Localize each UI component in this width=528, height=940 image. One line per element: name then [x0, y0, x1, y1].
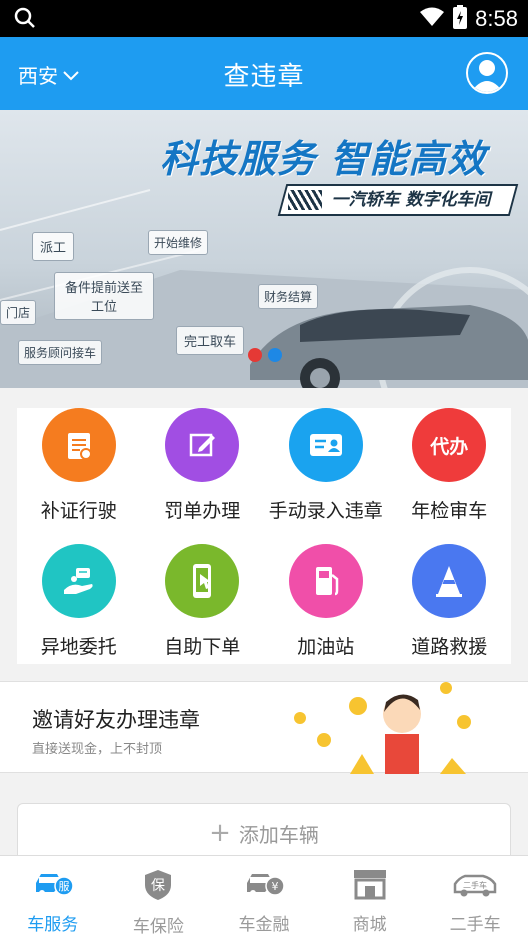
tab-store[interactable]: 商城	[317, 856, 423, 940]
service-gas-station[interactable]: 加油站	[264, 536, 388, 664]
banner-chip: 备件提前送至工位	[54, 272, 154, 320]
user-avatar-icon[interactable]	[466, 52, 508, 94]
banner-pager[interactable]	[248, 348, 282, 362]
banner-stripes	[288, 190, 322, 210]
pager-dot[interactable]	[268, 348, 282, 362]
service-fine-handling[interactable]: 罚单办理	[141, 408, 265, 536]
tab-label: 车金融	[238, 915, 290, 935]
bottom-tab-bar: 服 车服务 保 车保险 ¥ 车金融 商城 二手车 二手车	[0, 855, 528, 940]
invite-friends-card[interactable]: 邀请好友办理违章 直接送现金，上不封顶	[0, 681, 528, 774]
banner-chip: 服务顾问接车	[18, 340, 103, 365]
add-vehicle-button[interactable]: + 添加车辆	[17, 803, 511, 863]
tab-label: 商城	[352, 915, 387, 935]
add-vehicle-label: 添加车辆	[238, 822, 319, 847]
edit-icon	[165, 408, 240, 482]
tab-car-service[interactable]: 服 车服务	[0, 856, 106, 940]
phone-tap-icon	[165, 544, 240, 618]
service-label: 补证行驶	[40, 500, 117, 522]
app-bar: 西安 查违章	[0, 37, 528, 110]
service-self-order[interactable]: 自助下单	[141, 536, 265, 664]
fuel-pump-icon	[288, 544, 363, 618]
store-icon	[352, 868, 388, 904]
service-manual-entry[interactable]: 手动录入违章	[264, 408, 388, 536]
promo-banner[interactable]: 科技服务 智能高效 一汽轿车 数字化车间 派工 开始维修 备件提前送至工位 财务…	[0, 110, 528, 388]
service-label: 加油站	[297, 636, 355, 658]
search-icon[interactable]	[14, 7, 36, 33]
pager-dot-active[interactable]	[248, 348, 262, 362]
banner-chip: 完工取车	[176, 326, 245, 355]
invite-subtitle: 直接送现金，上不封顶	[32, 742, 163, 757]
service-label: 罚单办理	[164, 500, 241, 522]
service-grid-wrap: 补证行驶 罚单办理 手动录入违章 代办 年检审车 异地委托 自助下单 加油站 道…	[0, 388, 528, 664]
banner-chip: 开始维修	[148, 230, 209, 255]
tab-car-finance[interactable]: ¥ 车金融	[211, 856, 317, 940]
page-title: 查违章	[223, 62, 305, 92]
traffic-cone-icon	[412, 544, 487, 618]
plus-icon: +	[209, 818, 231, 848]
document-icon	[41, 408, 116, 482]
tab-car-insurance[interactable]: 保 车保险	[106, 856, 212, 940]
car-service-icon: 服	[33, 868, 74, 904]
service-label: 手动录入违章	[268, 500, 383, 522]
tab-icon-glyph: 保	[151, 878, 165, 894]
status-time: 8:58	[475, 6, 518, 31]
proxy-icon: 代办	[412, 408, 487, 482]
tab-icon-glyph: 二手车	[463, 880, 487, 890]
car-finance-icon: ¥	[244, 868, 285, 904]
service-label: 道路救援	[411, 636, 488, 658]
insurance-shield-icon: 保	[141, 868, 175, 906]
status-bar: 8:58	[0, 0, 528, 37]
used-car-icon: 二手车	[453, 868, 497, 904]
invite-title: 邀请好友办理违章	[32, 708, 200, 732]
service-grid: 补证行驶 罚单办理 手动录入违章 代办 年检审车 异地委托 自助下单 加油站 道…	[17, 408, 511, 664]
service-road-rescue[interactable]: 道路救援	[388, 536, 512, 664]
banner-chip: 门店	[0, 300, 37, 325]
service-label: 自助下单	[164, 636, 241, 658]
service-replace-license[interactable]: 补证行驶	[17, 408, 141, 536]
tab-label: 车保险	[132, 917, 184, 937]
banner-chip: 财务结算	[258, 284, 319, 309]
wifi-icon	[419, 6, 445, 32]
battery-icon	[453, 5, 468, 33]
coins-mascot-illustration	[294, 682, 471, 774]
tab-icon-glyph: ¥	[271, 880, 278, 893]
id-card-icon	[288, 408, 363, 482]
banner-chip: 派工	[32, 232, 75, 261]
tab-icon-glyph: 服	[58, 880, 69, 893]
hand-delegate-icon	[41, 544, 116, 618]
service-annual-inspection[interactable]: 代办 年检审车	[388, 408, 512, 536]
tab-used-car[interactable]: 二手车 二手车	[422, 856, 528, 940]
service-label: 异地委托	[40, 636, 117, 658]
service-remote-delegate[interactable]: 异地委托	[17, 536, 141, 664]
tab-label: 二手车	[449, 915, 501, 935]
tab-label: 车服务	[27, 915, 79, 935]
service-label: 年检审车	[411, 500, 488, 522]
banner-headline: 科技服务 智能高效	[160, 137, 487, 181]
